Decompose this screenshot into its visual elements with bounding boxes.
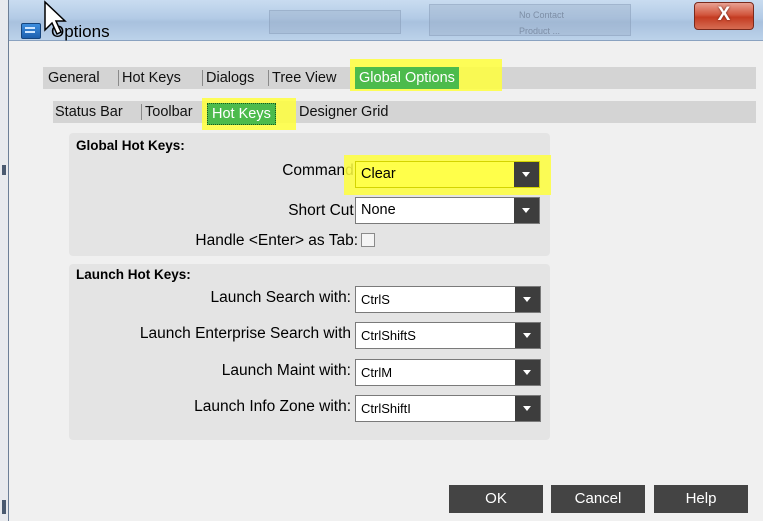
- short-cut-value: None: [361, 202, 396, 218]
- launch-info-zone-select[interactable]: CtrlShiftI: [355, 395, 541, 422]
- handle-enter-label: Handle <Enter> as Tab:: [195, 232, 358, 249]
- title-bar[interactable]: No Contact Product ... Options X: [9, 0, 763, 41]
- ok-button[interactable]: OK: [449, 485, 543, 513]
- desktop-mark: [2, 165, 6, 175]
- close-button[interactable]: X: [694, 2, 754, 30]
- tab-tree-view[interactable]: Tree View: [272, 67, 336, 89]
- chevron-down-icon[interactable]: [514, 198, 539, 223]
- desktop-mark: [2, 500, 6, 514]
- background-ghost: [269, 10, 401, 34]
- tab-separator: [141, 104, 142, 120]
- tab-designer-grid[interactable]: Designer Grid: [299, 101, 388, 123]
- group-title: Global Hot Keys:: [76, 138, 185, 153]
- close-icon[interactable]: X: [695, 4, 753, 26]
- handle-enter-checkbox[interactable]: [361, 233, 375, 247]
- launch-info-zone-value: CtrlShiftI: [361, 401, 411, 416]
- chevron-down-icon[interactable]: [515, 323, 540, 348]
- tab-hot-keys-active[interactable]: Hot Keys: [207, 103, 276, 125]
- tab-hot-keys[interactable]: Hot Keys: [122, 67, 181, 89]
- launch-enterprise-search-value: CtrlShiftS: [361, 328, 416, 343]
- background-ghost-text: Product ...: [519, 26, 561, 36]
- launch-search-select[interactable]: CtrlS: [355, 286, 541, 313]
- launch-maint-select[interactable]: CtrlM: [355, 359, 541, 386]
- options-dialog: No Contact Product ... Options X General…: [8, 0, 763, 521]
- tab-global-options[interactable]: Global Options: [355, 67, 459, 89]
- launch-search-value: CtrlS: [361, 292, 390, 307]
- tab-status-bar[interactable]: Status Bar: [55, 101, 123, 123]
- launch-search-label: Launch Search with:: [210, 289, 351, 306]
- command-value: Clear: [361, 166, 396, 182]
- short-cut-select[interactable]: None: [355, 197, 540, 224]
- secondary-tab-bar: Status Bar Toolbar Designer Grid: [53, 101, 756, 123]
- help-button[interactable]: Help: [654, 485, 748, 513]
- tab-separator: [118, 70, 119, 86]
- group-title: Launch Hot Keys:: [76, 267, 191, 282]
- tab-toolbar[interactable]: Toolbar: [145, 101, 193, 123]
- chevron-down-icon[interactable]: [514, 162, 539, 187]
- launch-enterprise-search-select[interactable]: CtrlShiftS: [355, 322, 541, 349]
- background-ghost-text: No Contact: [519, 10, 565, 20]
- command-select[interactable]: Clear: [355, 161, 540, 188]
- launch-info-zone-label: Launch Info Zone with:: [194, 398, 351, 415]
- launch-enterprise-search-label: Launch Enterprise Search with: [139, 325, 351, 342]
- launch-maint-label: Launch Maint with:: [221, 362, 351, 379]
- chevron-down-icon[interactable]: [515, 287, 540, 312]
- tab-dialogs[interactable]: Dialogs: [206, 67, 254, 89]
- mouse-cursor-icon: [44, 0, 67, 36]
- tab-separator: [202, 70, 203, 86]
- short-cut-label: Short Cut:: [288, 202, 358, 219]
- chevron-down-icon[interactable]: [515, 360, 540, 385]
- tab-general[interactable]: General: [48, 67, 100, 89]
- cancel-button[interactable]: Cancel: [551, 485, 645, 513]
- launch-maint-value: CtrlM: [361, 365, 393, 380]
- app-icon: [21, 23, 41, 39]
- chevron-down-icon[interactable]: [515, 396, 540, 421]
- tab-separator: [268, 70, 269, 86]
